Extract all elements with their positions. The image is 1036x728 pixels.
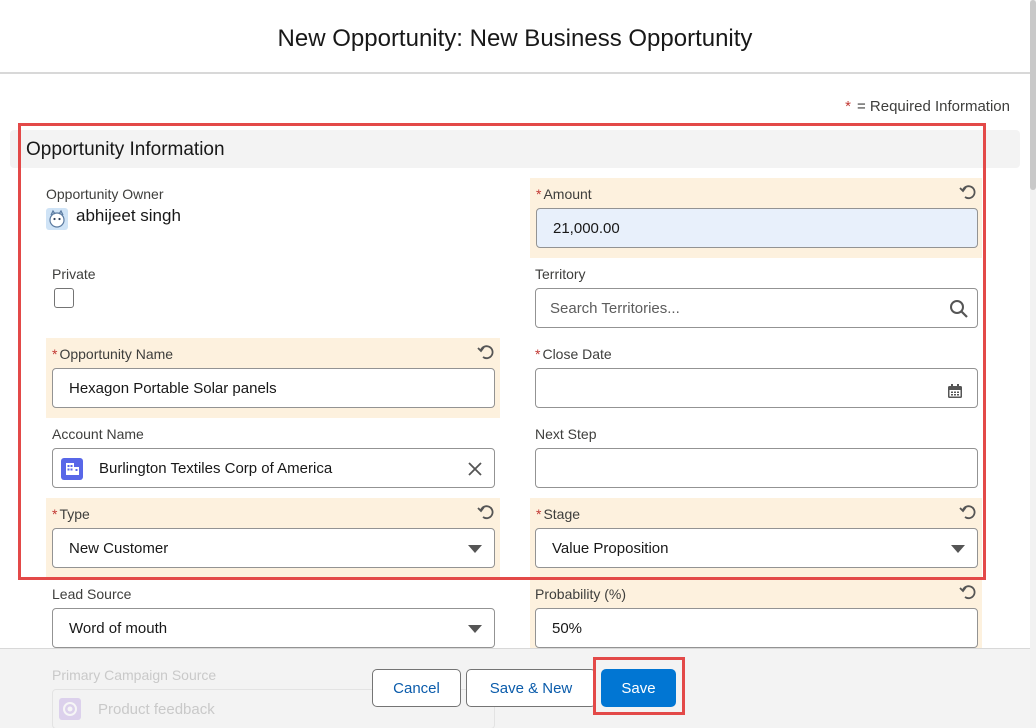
undo-icon[interactable]	[476, 502, 496, 522]
opportunity-name-label-text: Opportunity Name	[59, 346, 174, 362]
required-star: *	[535, 346, 541, 362]
territory-placeholder: Search Territories...	[550, 300, 680, 317]
calendar-icon[interactable]	[947, 383, 963, 399]
chevron-down-icon	[951, 545, 965, 553]
probability-value: 50%	[552, 620, 583, 637]
close-date-input[interactable]	[535, 368, 978, 408]
clear-selection-icon[interactable]	[468, 462, 482, 476]
opportunity-name-input[interactable]: Hexagon Portable Solar panels	[52, 368, 495, 408]
campaign-icon	[59, 698, 81, 720]
opportunity-owner-field: Opportunity Owner abhijeet singh	[46, 178, 496, 258]
undo-icon[interactable]	[476, 342, 496, 362]
lead-source-field: Lead Source Word of mouth	[52, 578, 495, 658]
private-checkbox[interactable]	[54, 288, 74, 308]
required-star: *	[52, 346, 58, 362]
new-opportunity-modal: New Opportunity: New Business Opportunit…	[0, 0, 1036, 728]
stage-label: * Stage	[536, 506, 580, 522]
opportunity-owner-link[interactable]: abhijeet singh	[76, 206, 181, 226]
required-information-note: * = Required Information	[845, 98, 1010, 115]
account-name-lookup[interactable]: Burlington Textiles Corp of America	[52, 448, 495, 488]
next-step-label: Next Step	[535, 426, 597, 442]
opportunity-name-value: Hexagon Portable Solar panels	[69, 380, 277, 397]
probability-input[interactable]: 50%	[535, 608, 978, 648]
user-avatar-icon	[46, 208, 68, 230]
required-star: *	[52, 506, 58, 522]
probability-field: Probability (%) 50%	[530, 578, 982, 658]
probability-label: Probability (%)	[535, 586, 627, 602]
modal-footer: Primary Campaign Source Product feedback…	[0, 648, 1030, 728]
opportunity-name-field: * Opportunity Name Hexagon Portable Solar…	[46, 338, 500, 418]
undo-icon[interactable]	[958, 582, 978, 602]
primary-campaign-source-value: Product feedback	[98, 701, 215, 718]
close-date-label: * Close Date	[535, 346, 612, 362]
amount-field: * Amount 21,000.00	[530, 178, 982, 258]
private-field: Private	[52, 258, 492, 328]
account-icon	[61, 458, 83, 480]
required-information-text: = Required Information	[856, 98, 1010, 115]
modal-header: New Opportunity: New Business Opportunit…	[0, 0, 1030, 74]
undo-icon[interactable]	[958, 502, 978, 522]
account-name-value: Burlington Textiles Corp of America	[99, 460, 333, 477]
cancel-button[interactable]: Cancel	[372, 669, 461, 707]
account-name-label: Account Name	[52, 426, 144, 442]
type-value: New Customer	[69, 540, 169, 557]
undo-icon[interactable]	[958, 182, 978, 202]
lead-source-select[interactable]: Word of mouth	[52, 608, 495, 648]
territory-search-input[interactable]: Search Territories...	[535, 288, 978, 328]
required-star: *	[536, 506, 542, 522]
stage-field: * Stage Value Proposition	[530, 498, 982, 578]
primary-campaign-source-label: Primary Campaign Source	[52, 667, 217, 683]
territory-field: Territory Search Territories...	[535, 258, 978, 338]
scrollbar[interactable]	[1030, 0, 1036, 728]
required-star: *	[536, 186, 542, 202]
type-select[interactable]: New Customer	[52, 528, 495, 568]
amount-value: 21,000.00	[553, 220, 620, 237]
next-step-input[interactable]	[535, 448, 978, 488]
stage-label-text: Stage	[543, 506, 581, 522]
section-title: Opportunity Information	[26, 139, 225, 160]
chevron-down-icon	[468, 545, 482, 553]
close-date-label-text: Close Date	[542, 346, 612, 362]
opportunity-owner-label: Opportunity Owner	[46, 186, 164, 202]
save-button[interactable]: Save	[601, 669, 676, 707]
chevron-down-icon	[468, 625, 482, 633]
section-header-opportunity-information[interactable]: Opportunity Information	[10, 130, 1020, 168]
search-icon	[950, 300, 968, 318]
amount-label-text: Amount	[543, 186, 592, 202]
amount-input[interactable]: 21,000.00	[536, 208, 978, 248]
opportunity-name-label: * Opportunity Name	[52, 346, 173, 362]
type-label-text: Type	[59, 506, 90, 522]
lead-source-label: Lead Source	[52, 586, 132, 602]
stage-value: Value Proposition	[552, 540, 669, 557]
stage-select[interactable]: Value Proposition	[535, 528, 978, 568]
private-label: Private	[52, 266, 96, 282]
type-field: * Type New Customer	[46, 498, 500, 578]
lead-source-value: Word of mouth	[69, 620, 168, 637]
save-and-new-button[interactable]: Save & New	[466, 669, 596, 707]
territory-label: Territory	[535, 266, 586, 282]
close-date-field: * Close Date	[535, 338, 978, 418]
next-step-field: Next Step	[535, 418, 978, 498]
modal-title: New Opportunity: New Business Opportunit…	[277, 25, 753, 52]
type-label: * Type	[52, 506, 90, 522]
required-star: *	[845, 98, 851, 115]
amount-label: * Amount	[536, 186, 592, 202]
account-name-field: Account Name Burlington Textiles Corp of…	[52, 418, 495, 498]
scrollbar-thumb[interactable]	[1030, 0, 1036, 190]
